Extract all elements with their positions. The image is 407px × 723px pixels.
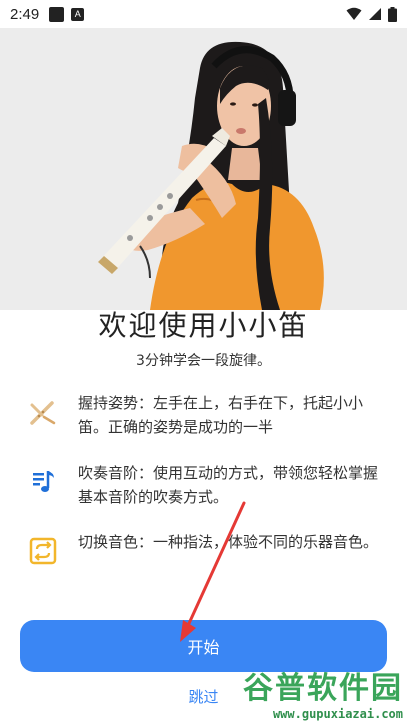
switch-tone-icon [28, 536, 58, 566]
feature-tone: 切换音色：一种指法，体验不同的乐器音色。 [28, 530, 388, 566]
system-status-icons [346, 6, 397, 22]
page-subtitle: 3分钟学会一段旋律。 [136, 353, 271, 369]
signal-icon [369, 8, 381, 20]
status-time: 2:49 [10, 5, 40, 23]
feature-posture: 握持姿势：左手在上，右手在下，托起小小笛。正确的姿势是成功的一半 [28, 391, 388, 439]
feature-tone-text: 切换音色：一种指法，体验不同的乐器音色。 [78, 533, 379, 551]
watermark-title: 谷普软件园 [243, 671, 403, 706]
feature-scale-text: 吹奏音阶：使用互动的方式，带领您轻松掌握基本音阶的吹奏方式。 [78, 464, 379, 506]
feature-scale: 吹奏音阶：使用互动的方式，带领您轻松掌握基本音阶的吹奏方式。 [28, 461, 388, 509]
watermark: 谷普软件园 www.gupuxiazai.com [243, 663, 403, 721]
page-title: 欢迎使用小小笛 [98, 309, 309, 342]
feature-posture-text: 握持姿势：左手在上，右手在下，托起小小笛。正确的姿势是成功的一半 [78, 394, 364, 436]
hero-image [0, 28, 407, 310]
square-notification-icon [49, 6, 65, 22]
flute-posture-icon [28, 397, 58, 427]
status-bar: 2:49 A [0, 0, 407, 28]
music-note-icon [28, 467, 58, 497]
battery-icon [388, 6, 397, 22]
flute-player-illustration [0, 28, 407, 310]
watermark-url: www.gupuxiazai.com [272, 707, 403, 721]
a-notification-icon: A [71, 7, 85, 21]
wifi-icon [346, 7, 362, 20]
